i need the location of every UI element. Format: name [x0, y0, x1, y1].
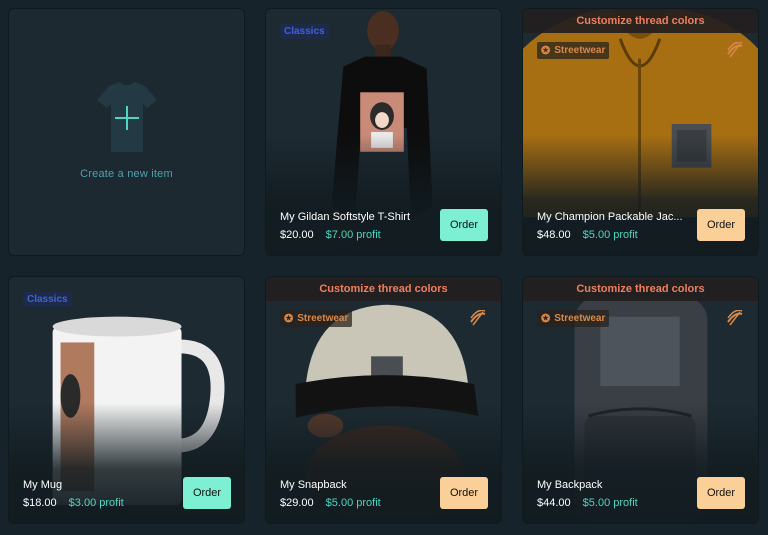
product-name: My Gildan Softstyle T-Shirt	[280, 211, 411, 223]
order-button[interactable]: Order	[697, 209, 745, 241]
collection-badge-streetwear: ✪ Streetwear	[537, 310, 610, 327]
product-grid: Create a new item Classics My Gildan Sof…	[8, 8, 759, 524]
product-profit: $5.00 profit	[582, 229, 638, 241]
product-info: My Champion Packable Jac... $48.00 $5.00…	[537, 211, 687, 241]
product-card-snapback[interactable]: Customize thread colors ✪ Streetwear My …	[265, 276, 502, 524]
product-prices: $48.00 $5.00 profit	[537, 229, 687, 241]
customize-thread-colors-banner[interactable]: Customize thread colors	[523, 277, 758, 301]
product-price: $18.00	[23, 497, 57, 509]
product-profit: $3.00 profit	[68, 497, 124, 509]
collection-badge-classics: Classics	[280, 24, 329, 39]
collection-label: Streetwear	[554, 313, 606, 324]
collection-badge-streetwear: ✪ Streetwear	[280, 310, 353, 327]
order-button[interactable]: Order	[440, 209, 488, 241]
collection-badge-classics: Classics	[23, 292, 72, 307]
product-prices: $18.00 $3.00 profit	[23, 497, 173, 509]
product-name: My Backpack	[537, 479, 603, 491]
product-card-mug[interactable]: Classics My Mug $18.00 $3.00 profit Orde…	[8, 276, 245, 524]
product-price: $44.00	[537, 497, 571, 509]
product-price: $20.00	[280, 229, 314, 241]
product-info: My Mug $18.00 $3.00 profit	[23, 479, 173, 509]
collection-label: Streetwear	[554, 45, 606, 56]
create-new-item-card[interactable]: Create a new item	[8, 8, 245, 256]
tshirt-plus-icon	[96, 82, 157, 152]
product-info: My Gildan Softstyle T-Shirt $20.00 $7.00…	[280, 211, 430, 241]
product-card-backpack[interactable]: Customize thread colors ✪ Streetwear My …	[522, 276, 759, 524]
create-new-item-label: Create a new item	[80, 168, 173, 180]
product-price: $29.00	[280, 497, 314, 509]
product-card-jacket[interactable]: Customize thread colors ✪ Streetwear My …	[522, 8, 759, 256]
streetwear-icon: ✪	[541, 313, 551, 325]
collection-label: Streetwear	[297, 313, 349, 324]
product-price: $48.00	[537, 229, 571, 241]
order-button[interactable]: Order	[183, 477, 231, 509]
product-card-tshirt[interactable]: Classics My Gildan Softstyle T-Shirt $20…	[265, 8, 502, 256]
product-profit: $5.00 profit	[582, 497, 638, 509]
thread-icon	[727, 42, 743, 58]
product-info: My Snapback $29.00 $5.00 profit	[280, 479, 430, 509]
customize-thread-colors-banner[interactable]: Customize thread colors	[266, 277, 501, 301]
product-prices: $20.00 $7.00 profit	[280, 229, 430, 241]
thread-icon	[727, 310, 743, 326]
product-info: My Backpack $44.00 $5.00 profit	[537, 479, 687, 509]
product-name: My Mug	[23, 479, 63, 491]
product-name: My Snapback	[280, 479, 347, 491]
customize-thread-colors-banner[interactable]: Customize thread colors	[523, 9, 758, 33]
product-prices: $29.00 $5.00 profit	[280, 497, 430, 509]
order-button[interactable]: Order	[440, 477, 488, 509]
product-profit: $7.00 profit	[325, 229, 381, 241]
streetwear-icon: ✪	[541, 45, 551, 57]
thread-icon	[470, 310, 486, 326]
product-profit: $5.00 profit	[325, 497, 381, 509]
streetwear-icon: ✪	[284, 313, 294, 325]
product-name: My Champion Packable Jac...	[537, 211, 683, 223]
order-button[interactable]: Order	[697, 477, 745, 509]
collection-badge-streetwear: ✪ Streetwear	[537, 42, 610, 59]
product-prices: $44.00 $5.00 profit	[537, 497, 687, 509]
